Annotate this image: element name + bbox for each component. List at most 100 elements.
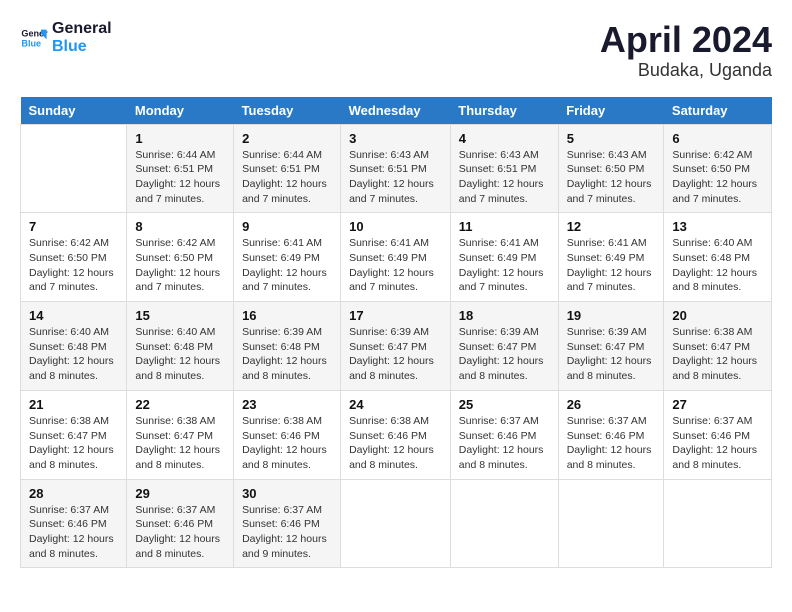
day-info: Sunrise: 6:38 AM Sunset: 6:47 PM Dayligh… xyxy=(135,414,225,473)
day-info: Sunrise: 6:38 AM Sunset: 6:46 PM Dayligh… xyxy=(242,414,332,473)
day-info: Sunrise: 6:37 AM Sunset: 6:46 PM Dayligh… xyxy=(242,503,332,562)
day-info: Sunrise: 6:42 AM Sunset: 6:50 PM Dayligh… xyxy=(672,148,763,207)
day-number: 6 xyxy=(672,131,763,146)
day-number: 2 xyxy=(242,131,332,146)
weekday-header-thursday: Thursday xyxy=(450,97,558,125)
calendar-cell: 12 Sunrise: 6:41 AM Sunset: 6:49 PM Dayli… xyxy=(558,213,664,302)
day-number: 11 xyxy=(459,219,550,234)
day-info: Sunrise: 6:40 AM Sunset: 6:48 PM Dayligh… xyxy=(672,236,763,295)
day-number: 23 xyxy=(242,397,332,412)
calendar-cell: 11 Sunrise: 6:41 AM Sunset: 6:49 PM Dayli… xyxy=(450,213,558,302)
day-number: 25 xyxy=(459,397,550,412)
calendar-cell: 1Sunrise: 6:44 AM Sunset: 6:51 PM Daylig… xyxy=(127,124,234,213)
logo: General Blue General Blue xyxy=(20,20,112,55)
weekday-header-friday: Friday xyxy=(558,97,664,125)
day-number: 30 xyxy=(242,486,332,501)
calendar-cell: 16 Sunrise: 6:39 AM Sunset: 6:48 PM Dayli… xyxy=(234,302,341,391)
calendar-cell: 5 Sunrise: 6:43 AM Sunset: 6:50 PM Daylig… xyxy=(558,124,664,213)
day-info: Sunrise: 6:40 AM Sunset: 6:48 PM Dayligh… xyxy=(135,325,225,384)
day-number: 29 xyxy=(135,486,225,501)
day-info: Sunrise: 6:38 AM Sunset: 6:47 PM Dayligh… xyxy=(672,325,763,384)
day-info: Sunrise: 6:41 AM Sunset: 6:49 PM Dayligh… xyxy=(349,236,442,295)
day-number: 8 xyxy=(135,219,225,234)
day-info: Sunrise: 6:41 AM Sunset: 6:49 PM Dayligh… xyxy=(242,236,332,295)
calendar-cell: 8 Sunrise: 6:42 AM Sunset: 6:50 PM Daylig… xyxy=(127,213,234,302)
page-header: General Blue General Blue April 2024 Bud… xyxy=(20,20,772,81)
calendar-cell: 10Sunrise: 6:41 AM Sunset: 6:49 PM Dayli… xyxy=(341,213,451,302)
calendar-cell xyxy=(21,124,127,213)
day-info: Sunrise: 6:39 AM Sunset: 6:47 PM Dayligh… xyxy=(349,325,442,384)
day-info: Sunrise: 6:37 AM Sunset: 6:46 PM Dayligh… xyxy=(29,503,118,562)
day-info: Sunrise: 6:37 AM Sunset: 6:46 PM Dayligh… xyxy=(567,414,656,473)
day-info: Sunrise: 6:43 AM Sunset: 6:50 PM Dayligh… xyxy=(567,148,656,207)
location-title: Budaka, Uganda xyxy=(600,60,772,81)
day-number: 21 xyxy=(29,397,118,412)
day-number: 17 xyxy=(349,308,442,323)
day-number: 3 xyxy=(349,131,442,146)
calendar-cell xyxy=(341,479,451,568)
calendar-cell: 4 Sunrise: 6:43 AM Sunset: 6:51 PM Daylig… xyxy=(450,124,558,213)
logo-general: General xyxy=(52,20,112,38)
calendar-cell xyxy=(450,479,558,568)
weekday-header-row: SundayMondayTuesdayWednesdayThursdayFrid… xyxy=(21,97,772,125)
calendar-cell xyxy=(664,479,772,568)
day-number: 13 xyxy=(672,219,763,234)
weekday-header-monday: Monday xyxy=(127,97,234,125)
day-info: Sunrise: 6:42 AM Sunset: 6:50 PM Dayligh… xyxy=(29,236,118,295)
calendar-cell: 22 Sunrise: 6:38 AM Sunset: 6:47 PM Dayli… xyxy=(127,390,234,479)
day-info: Sunrise: 6:43 AM Sunset: 6:51 PM Dayligh… xyxy=(349,148,442,207)
day-info: Sunrise: 6:40 AM Sunset: 6:48 PM Dayligh… xyxy=(29,325,118,384)
month-year-title: April 2024 xyxy=(600,20,772,60)
day-info: Sunrise: 6:37 AM Sunset: 6:46 PM Dayligh… xyxy=(672,414,763,473)
calendar-cell: 28 Sunrise: 6:37 AM Sunset: 6:46 PM Dayli… xyxy=(21,479,127,568)
calendar-table: SundayMondayTuesdayWednesdayThursdayFrid… xyxy=(20,97,772,569)
day-info: Sunrise: 6:37 AM Sunset: 6:46 PM Dayligh… xyxy=(135,503,225,562)
day-info: Sunrise: 6:41 AM Sunset: 6:49 PM Dayligh… xyxy=(567,236,656,295)
calendar-cell: 27Sunrise: 6:37 AM Sunset: 6:46 PM Dayli… xyxy=(664,390,772,479)
logo-icon: General Blue xyxy=(20,24,48,52)
day-info: Sunrise: 6:43 AM Sunset: 6:51 PM Dayligh… xyxy=(459,148,550,207)
calendar-cell: 25 Sunrise: 6:37 AM Sunset: 6:46 PM Dayli… xyxy=(450,390,558,479)
calendar-week-row: 28 Sunrise: 6:37 AM Sunset: 6:46 PM Dayli… xyxy=(21,479,772,568)
day-info: Sunrise: 6:37 AM Sunset: 6:46 PM Dayligh… xyxy=(459,414,550,473)
calendar-week-row: 1 Sunrise: 6:44 AM Sunset: 6:51 PM Daylig… xyxy=(21,124,772,213)
day-number: 14 xyxy=(29,308,118,323)
day-number: 5 xyxy=(567,131,656,146)
day-number: 1 xyxy=(135,131,225,146)
calendar-cell: 19 Sunrise: 6:39 AM Sunset: 6:47 PM Dayli… xyxy=(558,302,664,391)
calendar-cell: 17 Sunrise: 6:39 AM Sunset: 6:47 PM Dayli… xyxy=(341,302,451,391)
calendar-cell: 29 Sunrise: 6:37 AM Sunset: 6:46 PM Dayli… xyxy=(127,479,234,568)
calendar-cell: 7 Sunrise: 6:42 AM Sunset: 6:50 PM Daylig… xyxy=(21,213,127,302)
day-info: Sunrise: 6:38 AM Sunset: 6:46 PM Dayligh… xyxy=(349,414,442,473)
day-number: 28 xyxy=(29,486,118,501)
day-number: 24 xyxy=(349,397,442,412)
day-info: Sunrise: 6:44 AM Sunset: 6:51 PM Dayligh… xyxy=(242,148,332,207)
day-number: 12 xyxy=(567,219,656,234)
calendar-cell: 13 Sunrise: 6:40 AM Sunset: 6:48 PM Dayli… xyxy=(664,213,772,302)
day-number: 19 xyxy=(567,308,656,323)
calendar-cell: 23 Sunrise: 6:38 AM Sunset: 6:46 PM Dayli… xyxy=(234,390,341,479)
day-number: 7 xyxy=(29,219,118,234)
title-block: April 2024 Budaka, Uganda xyxy=(600,20,772,81)
calendar-cell: 14 Sunrise: 6:40 AM Sunset: 6:48 PM Dayli… xyxy=(21,302,127,391)
calendar-cell: 15Sunrise: 6:40 AM Sunset: 6:48 PM Dayli… xyxy=(127,302,234,391)
day-number: 20 xyxy=(672,308,763,323)
calendar-week-row: 21 Sunrise: 6:38 AM Sunset: 6:47 PM Dayli… xyxy=(21,390,772,479)
day-info: Sunrise: 6:39 AM Sunset: 6:48 PM Dayligh… xyxy=(242,325,332,384)
weekday-header-saturday: Saturday xyxy=(664,97,772,125)
calendar-week-row: 14 Sunrise: 6:40 AM Sunset: 6:48 PM Dayli… xyxy=(21,302,772,391)
calendar-cell: 30 Sunrise: 6:37 AM Sunset: 6:46 PM Dayli… xyxy=(234,479,341,568)
calendar-cell: 18Sunrise: 6:39 AM Sunset: 6:47 PM Dayli… xyxy=(450,302,558,391)
day-info: Sunrise: 6:41 AM Sunset: 6:49 PM Dayligh… xyxy=(459,236,550,295)
day-info: Sunrise: 6:42 AM Sunset: 6:50 PM Dayligh… xyxy=(135,236,225,295)
day-number: 4 xyxy=(459,131,550,146)
calendar-cell: 26Sunrise: 6:37 AM Sunset: 6:46 PM Dayli… xyxy=(558,390,664,479)
day-number: 22 xyxy=(135,397,225,412)
calendar-cell: 6 Sunrise: 6:42 AM Sunset: 6:50 PM Daylig… xyxy=(664,124,772,213)
day-number: 16 xyxy=(242,308,332,323)
logo-blue: Blue xyxy=(52,38,112,56)
day-info: Sunrise: 6:39 AM Sunset: 6:47 PM Dayligh… xyxy=(459,325,550,384)
calendar-cell: 2 Sunrise: 6:44 AM Sunset: 6:51 PM Daylig… xyxy=(234,124,341,213)
calendar-cell: 3 Sunrise: 6:43 AM Sunset: 6:51 PM Daylig… xyxy=(341,124,451,213)
day-info: Sunrise: 6:39 AM Sunset: 6:47 PM Dayligh… xyxy=(567,325,656,384)
